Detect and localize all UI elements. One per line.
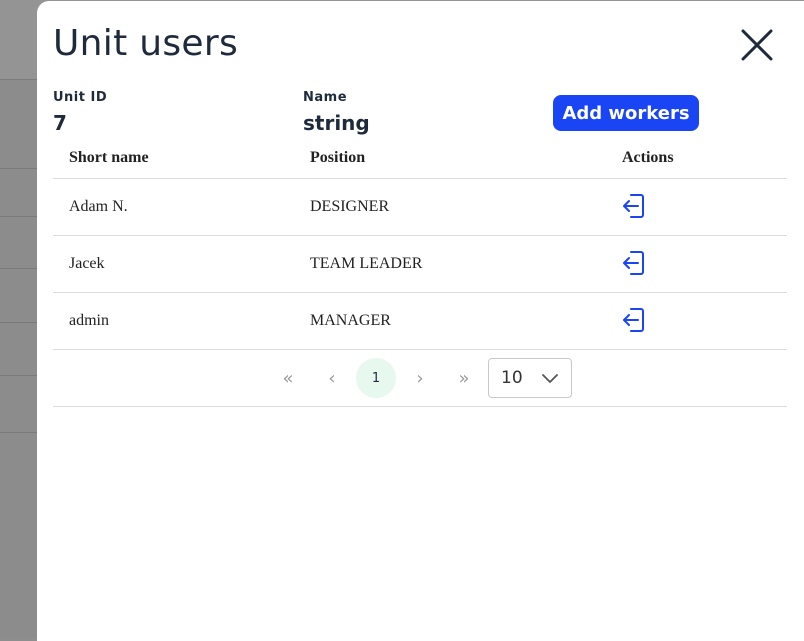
- chevron-down-icon: [542, 374, 558, 383]
- close-icon: [741, 29, 773, 61]
- background-divider: [0, 432, 40, 433]
- leave-unit-icon[interactable]: [621, 249, 645, 277]
- add-workers-button[interactable]: Add workers: [553, 95, 699, 131]
- column-header-short-name: Short name: [69, 149, 149, 166]
- column-header-actions: Actions: [622, 149, 674, 166]
- unit-users-table: Short name Position Actions Adam N. DESI…: [53, 137, 787, 407]
- table-row: admin MANAGER: [53, 293, 787, 350]
- position-cell: MANAGER: [310, 312, 391, 329]
- background-divider: [0, 216, 40, 217]
- table-row: Adam N. DESIGNER: [53, 179, 787, 236]
- position-cell: DESIGNER: [310, 198, 390, 215]
- background-divider: [0, 268, 40, 269]
- leave-unit-icon[interactable]: [621, 306, 645, 334]
- page-size-value: 10: [501, 368, 523, 388]
- short-name-cell: Adam N.: [69, 198, 128, 215]
- table-row: Jacek TEAM LEADER: [53, 236, 787, 293]
- name-value: string: [303, 111, 370, 135]
- modal-title: Unit users: [53, 23, 239, 64]
- short-name-cell: admin: [69, 312, 109, 329]
- table-header: Short name Position Actions: [53, 137, 787, 179]
- close-button[interactable]: [737, 25, 777, 65]
- unit-id-value: 7: [53, 111, 67, 135]
- background-divider: [0, 375, 40, 376]
- short-name-cell: Jacek: [69, 255, 105, 272]
- background-divider: [0, 322, 40, 323]
- unit-id-label: Unit ID: [53, 90, 108, 105]
- name-label: Name: [303, 90, 348, 105]
- background-divider: [0, 168, 40, 169]
- previous-page-button[interactable]: ‹: [312, 358, 352, 398]
- first-page-button[interactable]: «: [268, 358, 308, 398]
- next-page-button[interactable]: ›: [400, 358, 440, 398]
- position-cell: TEAM LEADER: [310, 255, 423, 272]
- unit-users-modal: Unit users Unit ID 7 Name string Add wor…: [37, 1, 804, 641]
- column-header-position: Position: [310, 149, 366, 166]
- leave-unit-icon[interactable]: [621, 192, 645, 220]
- pagination: « ‹ 1 › » 10: [53, 350, 787, 407]
- page-size-select[interactable]: 10: [488, 358, 572, 398]
- last-page-button[interactable]: »: [444, 358, 484, 398]
- page-1-button[interactable]: 1: [356, 358, 396, 398]
